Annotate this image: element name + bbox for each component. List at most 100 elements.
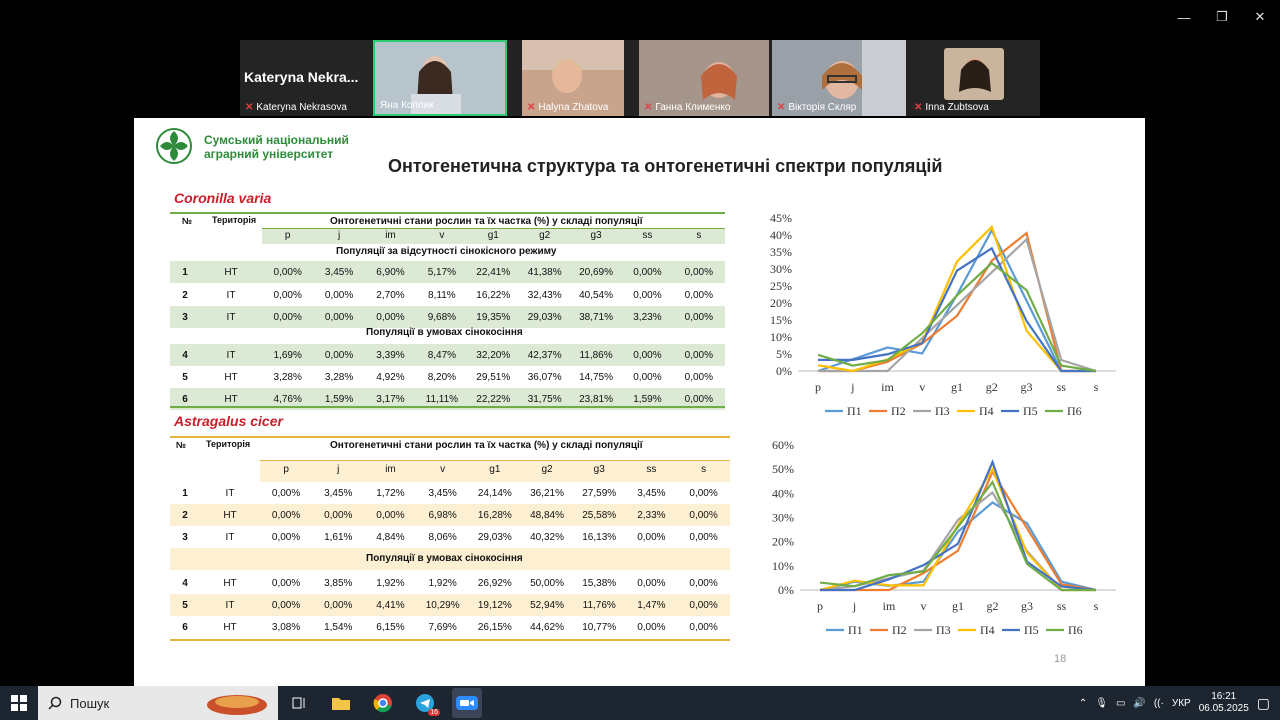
windows-icon [11,695,27,711]
y-tick-label: 30% [770,262,792,276]
university-logo [156,128,192,164]
participant-tile[interactable]: ✕ Вікторія Скляр [772,40,906,116]
column-header-g2: g2 [539,230,551,241]
clock[interactable]: 16:21 06.05.2025 [1199,691,1249,715]
species-title-1: Coronilla varia [174,190,272,206]
task-view-button[interactable] [284,688,314,718]
cell-number: 4 [182,577,188,589]
mic-muted-icon: ✕ [245,102,254,113]
legend-label: П2 [892,623,907,637]
cell-value: 14,75% [579,371,613,383]
cell-value: 40,54% [579,289,613,301]
cell-value: 6,90% [376,266,405,278]
cell-value: 4,84% [376,531,405,543]
participant-tile[interactable]: ✕ Ганна Клименко [639,40,769,116]
participant-tile[interactable]: ✕ Inna Zubtsova [909,40,1040,116]
cell-value: 4,76% [273,393,302,405]
col-territory: Територія [206,439,251,449]
minimize-button[interactable]: — [1165,6,1203,28]
slide-title: Онтогенетична структура та онтогенетичні… [388,156,943,176]
y-tick-label: 5% [776,347,792,361]
x-tick-label: j [852,599,856,613]
cell-value: 2,33% [637,509,666,521]
search-highlight-image [207,695,267,715]
cell-territory: IT [225,531,235,543]
chrome-button[interactable] [368,688,398,718]
cell-value: 6,98% [428,509,457,521]
cell-value: 9,68% [427,311,457,323]
file-explorer-button[interactable] [326,688,356,718]
microphone-icon[interactable]: 🎙 [1095,698,1108,709]
cell-value: 50,00% [530,577,564,589]
cell-value: 0,00% [689,531,718,543]
cell-value: 36,07% [527,371,562,383]
column-header-g3: g3 [593,464,605,475]
zoom-icon [456,696,478,710]
cell-value: 0,00% [271,487,301,499]
legend-label: П1 [848,623,863,637]
cell-value: 5,17% [427,266,457,278]
cell-value: 0,00% [684,311,713,323]
cell-value: 0,00% [684,266,713,278]
y-tick-label: 20% [770,296,792,310]
cell-value: 22,41% [476,266,511,278]
cell-value: 32,43% [527,289,562,301]
telegram-button[interactable]: 16 [410,688,440,718]
chevron-up-icon[interactable]: ⌃ [1079,698,1087,709]
cell-value: 19,35% [476,311,511,323]
cell-value: 6,15% [376,621,405,633]
x-tick-label: v [921,599,927,613]
cell-territory: IT [226,349,236,361]
legend-label: П6 [1067,404,1082,418]
volume-icon[interactable]: 🔊 [1133,698,1145,709]
cell-value: 38,71% [579,311,613,323]
participant-name: Halyna Zhatova [538,102,609,113]
y-tick-label: 10% [770,330,792,344]
cell-value: 1,54% [324,621,353,633]
participant-tile[interactable]: ✕ Halyna Zhatova [522,40,624,116]
cell-number: 3 [182,311,188,323]
participant-tile-active[interactable]: Яна Коплик [373,40,507,116]
y-tick-label: 30% [772,511,794,525]
participant-tile[interactable]: Kateryna Nekra... ✕ Kateryna Nekrasova [240,40,370,116]
taskbar-search[interactable]: Пошук [38,686,278,720]
cell-territory: IT [226,289,236,301]
cell-value: 22,22% [476,393,511,405]
cell-value: 10,29% [425,599,460,611]
mic-muted-icon: ✕ [914,102,923,113]
cell-value: 3,39% [376,349,405,361]
cell-value: 0,00% [689,599,718,611]
legend-label: П3 [936,623,951,637]
column-header-im: im [385,464,396,475]
restore-button[interactable]: ❐ [1203,6,1241,28]
cell-value: 0,00% [684,393,713,405]
cell-territory: IT [225,487,235,499]
notification-icon[interactable]: ▢ [1257,695,1270,712]
column-header-g1: g1 [487,230,499,241]
x-tick-label: p [817,599,823,613]
cell-value: 42,37% [527,349,562,361]
language-indicator[interactable]: УКР [1172,698,1191,709]
cell-territory: IT [226,311,236,323]
cell-number: 5 [182,599,188,611]
cell-territory: НТ [224,393,238,405]
cell-value: 3,28% [273,371,302,383]
column-header-g1: g1 [489,464,501,475]
legend-label: П2 [891,404,906,418]
cell-territory: IT [225,599,235,611]
cell-value: 0,00% [637,531,666,543]
cell-value: 31,75% [527,393,562,405]
start-button[interactable] [0,686,38,720]
close-button[interactable]: ✕ [1241,6,1279,28]
cell-value: 0,00% [633,289,662,301]
ontogenetic-spectrum-chart-1: 0% 5% 10% 15% 20% 25% 30% 35% 40% 45% p j im v g1 g2 g3 s… [770,211,1116,418]
battery-icon[interactable]: ▭ [1116,698,1125,709]
network-icon[interactable]: ((· [1154,698,1164,709]
folder-icon [332,698,350,710]
group-header-2: Популяції в умовах сінокосіння [366,553,523,564]
x-tick-label: j [850,380,854,394]
mic-muted-icon: ✕ [644,102,653,113]
search-label: Пошук [70,695,110,711]
zoom-button[interactable] [452,688,482,718]
column-header-s: s [696,230,702,241]
